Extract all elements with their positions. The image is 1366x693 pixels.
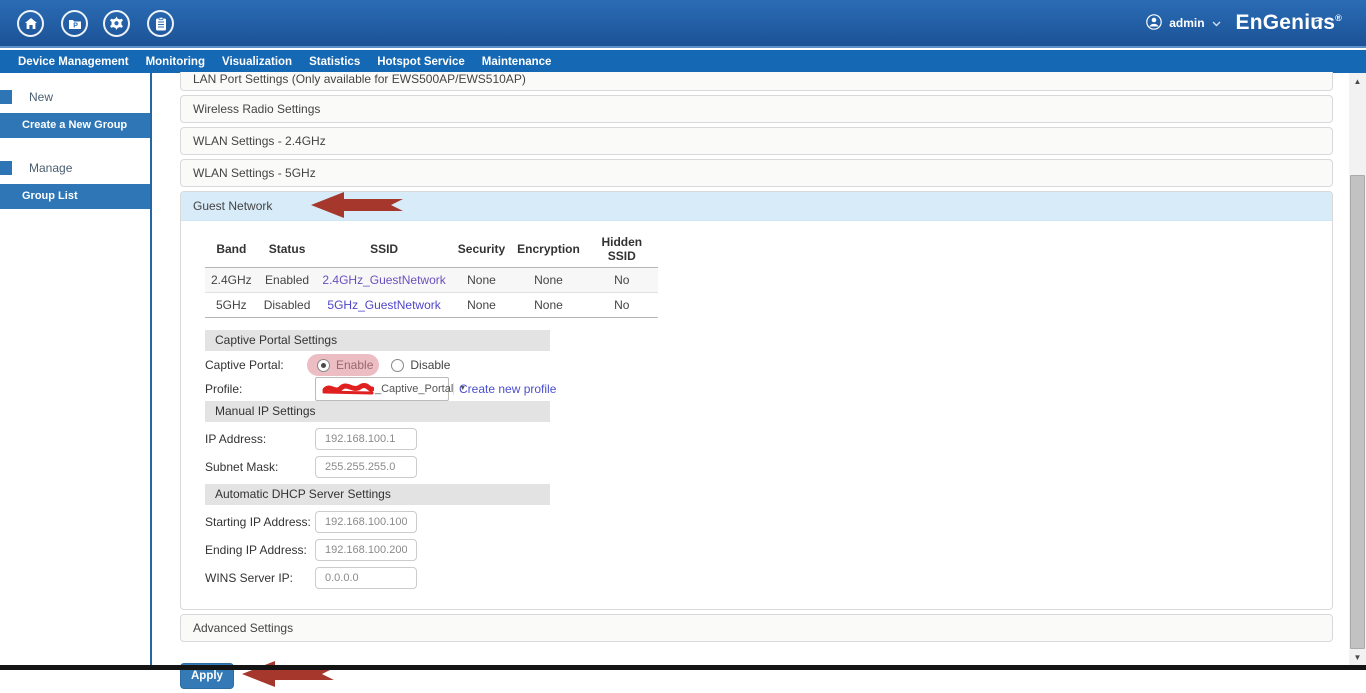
sidebar-section-new: New: [0, 90, 150, 104]
wifi-arcs-icon: [1309, 4, 1327, 28]
registered-mark: ®: [1335, 13, 1342, 23]
nav-statistics[interactable]: Statistics: [309, 56, 360, 68]
captive-portal-row: Captive Portal: Enable Disable: [205, 357, 1308, 373]
engenius-logo: EnGenius®: [1236, 11, 1342, 35]
ssid-link-24ghz[interactable]: 2.4GHz_GuestNetwork: [322, 273, 445, 287]
panel-wireless-radio-settings[interactable]: Wireless Radio Settings: [180, 95, 1333, 123]
section-bullet-icon: [0, 161, 12, 175]
section-bullet-icon: [0, 90, 12, 104]
sidebar-item-create-group[interactable]: Create a New Group: [0, 113, 150, 138]
section-manual-ip-settings: Manual IP Settings: [205, 401, 550, 422]
sidebar-section-manage: Manage: [0, 161, 150, 175]
table-row: 5GHz Disabled 5GHz_GuestNetwork None Non…: [205, 293, 658, 318]
redaction-scribble: [322, 382, 374, 396]
svg-text:P: P: [73, 22, 78, 29]
chevron-down-icon[interactable]: [1212, 16, 1221, 30]
ending-ip-row: Ending IP Address:: [205, 539, 1308, 561]
sidebar: New Create a New Group Manage Group List: [0, 73, 152, 665]
guest-ssid-table: Band Status SSID Security Encryption Hid…: [205, 231, 658, 318]
ssid-link-5ghz[interactable]: 5GHz_GuestNetwork: [327, 298, 440, 312]
panel-wlan-24ghz[interactable]: WLAN Settings - 2.4GHz: [180, 127, 1333, 155]
clipboard-icon[interactable]: [147, 10, 174, 37]
nav-visualization[interactable]: Visualization: [222, 56, 292, 68]
folder-p-icon[interactable]: P: [61, 10, 88, 37]
panel-lan-port-settings[interactable]: LAN Port Settings (Only available for EW…: [180, 72, 1333, 91]
subnet-mask-field[interactable]: [315, 456, 417, 478]
main-nav: Device Management Monitoring Visualizati…: [0, 50, 1366, 73]
nav-hotspot-service[interactable]: Hotspot Service: [377, 56, 465, 68]
logged-in-user[interactable]: admin: [1169, 16, 1204, 30]
sidebar-item-group-list[interactable]: Group List: [0, 184, 150, 209]
guest-network-body: Band Status SSID Security Encryption Hid…: [181, 231, 1332, 609]
scroll-up-icon[interactable]: ▲: [1349, 73, 1366, 89]
panel-advanced-settings[interactable]: Advanced Settings: [180, 614, 1333, 642]
profile-row: Profile: _Captive_Portal ▼ Create new pr…: [205, 377, 1308, 401]
radio-disable[interactable]: [391, 359, 404, 372]
ip-address-row: IP Address:: [205, 428, 1308, 450]
profile-select[interactable]: _Captive_Portal ▼: [315, 377, 449, 401]
scrollbar-thumb[interactable]: [1350, 175, 1365, 649]
ip-address-field[interactable]: [315, 428, 417, 450]
nav-maintenance[interactable]: Maintenance: [482, 56, 552, 68]
starting-ip-row: Starting IP Address:: [205, 511, 1308, 533]
panel-wlan-5ghz[interactable]: WLAN Settings - 5GHz: [180, 159, 1333, 187]
wins-server-row: WINS Server IP:: [205, 567, 1308, 589]
section-dhcp-server-settings: Automatic DHCP Server Settings: [205, 484, 550, 505]
wins-server-field[interactable]: [315, 567, 417, 589]
select-caret-icon[interactable]: ▼: [453, 383, 468, 395]
section-captive-portal-settings: Captive Portal Settings: [205, 330, 550, 351]
main-content: LAN Port Settings (Only available for EW…: [180, 72, 1333, 693]
nav-monitoring[interactable]: Monitoring: [146, 56, 205, 68]
create-new-profile-link[interactable]: Create new profile: [459, 382, 556, 396]
profile-selected-value: _Captive_Portal: [375, 383, 453, 395]
vertical-scrollbar[interactable]: ▲ ▼: [1349, 73, 1366, 665]
home-icon[interactable]: [17, 10, 44, 37]
radio-enable[interactable]: [317, 359, 330, 372]
ending-ip-field[interactable]: [315, 539, 417, 561]
user-area: admin EnGenius®: [1146, 0, 1342, 46]
user-icon: [1146, 14, 1162, 33]
top-bar: P admin EnGenius®: [0, 0, 1366, 48]
gear-icon[interactable]: [103, 10, 130, 37]
guest-network-header[interactable]: Guest Network: [181, 192, 1332, 221]
subnet-mask-row: Subnet Mask:: [205, 456, 1308, 478]
panel-guest-network: Guest Network Band Status SSID Security …: [180, 191, 1333, 610]
scroll-down-icon[interactable]: ▼: [1349, 649, 1366, 665]
apply-row: Apply: [180, 658, 1333, 693]
table-row: 2.4GHz Enabled 2.4GHz_GuestNetwork None …: [205, 268, 658, 293]
arrow-annotation-icon: [311, 189, 403, 224]
nav-device-management[interactable]: Device Management: [18, 56, 129, 68]
starting-ip-field[interactable]: [315, 511, 417, 533]
arrow-annotation-icon: [242, 658, 334, 693]
bottom-border: [0, 665, 1366, 670]
